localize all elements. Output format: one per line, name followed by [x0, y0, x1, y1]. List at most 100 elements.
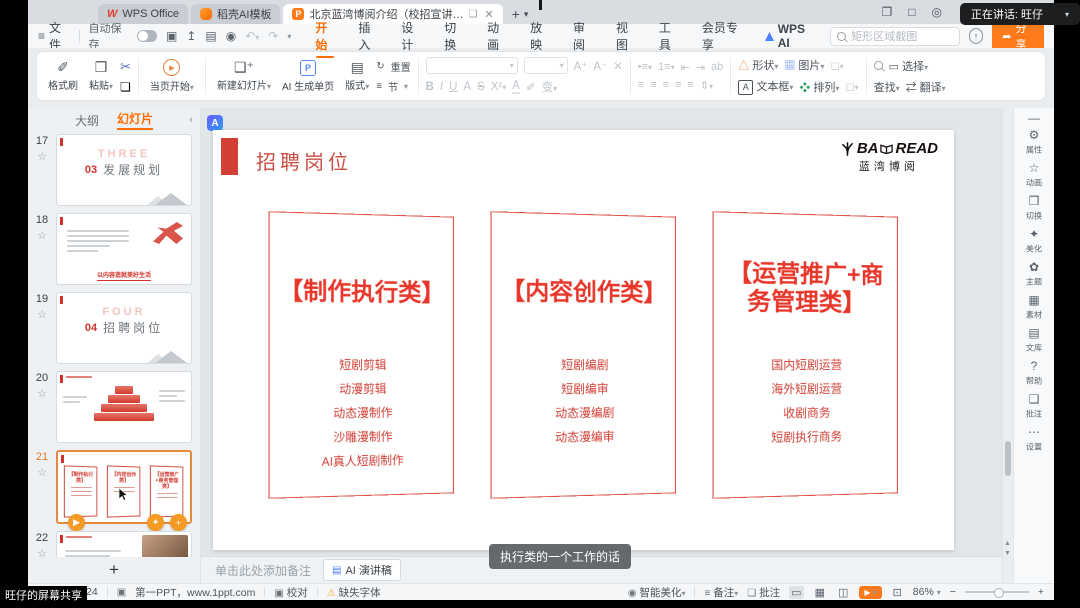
section-button[interactable]: ≡节▾ — [376, 79, 410, 94]
slide-title[interactable]: 招聘岗位 — [256, 146, 352, 175]
notes-placeholder[interactable]: 单击此处添加备注 — [215, 562, 311, 579]
slide-thumbnail-20[interactable] — [56, 371, 192, 443]
sidebar-item-comments[interactable]: ❑批注 — [1025, 393, 1043, 420]
slide-thumbnail-17[interactable]: THREE 03 发展规划 — [56, 134, 192, 206]
star-icon[interactable]: ☆ — [37, 150, 47, 163]
zoom-slider[interactable] — [965, 591, 1029, 593]
notes-button[interactable]: ≡ 备注▾ — [704, 585, 738, 600]
tab-design[interactable]: 设计 — [400, 16, 422, 56]
highlight-button[interactable]: ✐ — [526, 80, 536, 94]
maximize-icon[interactable]: □ — [908, 5, 915, 19]
distribute-icon[interactable]: ≡ — [687, 79, 693, 91]
font-color-button[interactable]: A — [512, 81, 520, 94]
play-slide-button[interactable]: ▶ — [68, 514, 85, 531]
increase-font-button[interactable]: A⁺ — [574, 59, 588, 73]
slide-thumbnail-18[interactable]: 以内容造就美好生活 — [56, 213, 192, 285]
zoom-out-button[interactable]: − — [950, 586, 956, 598]
new-slide-button[interactable]: ❑⁺ 新建幻灯片▾ — [213, 60, 275, 92]
undo-icon[interactable]: ↶▾ — [245, 29, 259, 43]
font-size-select[interactable]: ▾ — [524, 57, 568, 74]
tab-docer-ai[interactable]: 稻壳AI模板 — [191, 4, 280, 24]
add-slide-overlay-button[interactable]: + — [170, 514, 187, 531]
shapes-button[interactable]: △ 形状▾ — [738, 57, 778, 73]
phonetic-guide-icon[interactable]: ab — [711, 61, 723, 73]
scrollbar-thumb[interactable] — [1005, 441, 1011, 476]
ai-assistant-icon[interactable]: A — [207, 115, 223, 131]
format-painter-button[interactable]: ✐ 格式刷 — [44, 60, 82, 92]
tab-slideshow[interactable]: 放映 — [529, 16, 551, 56]
italic-button[interactable]: I — [440, 81, 443, 93]
tab-home[interactable]: 开始 — [314, 16, 336, 56]
star-icon[interactable]: ☆ — [37, 387, 47, 400]
format-object-button[interactable]: ◻▾ — [845, 80, 858, 93]
bold-button[interactable]: B — [426, 81, 434, 93]
sidebar-item-settings[interactable]: ⋯设置 — [1025, 426, 1043, 453]
star-icon[interactable]: ☆ — [37, 229, 47, 242]
normal-view-icon[interactable]: ▭ — [789, 586, 803, 599]
layout-button[interactable]: ▤ 版式▾ — [341, 60, 373, 92]
outdent-icon[interactable]: ⇤ — [681, 61, 690, 74]
sidebar-item-beautify[interactable]: ✦美化 — [1025, 228, 1043, 255]
merge-shapes-button[interactable]: ◻▾ — [830, 59, 843, 72]
slide-thumbnail-22[interactable] — [56, 531, 192, 557]
reading-view-icon[interactable]: ◫ — [836, 586, 850, 599]
sidebar-item-properties[interactable]: ⚙属性 — [1025, 129, 1043, 156]
autosave-toggle[interactable] — [137, 30, 157, 42]
canvas-scrollbar[interactable]: ▲ ▼ — [1002, 108, 1013, 583]
tab-slides[interactable]: 幻灯片 — [117, 110, 153, 130]
decrease-font-button[interactable]: A⁻ — [593, 59, 607, 73]
slideshow-button[interactable]: ▶▾ — [859, 586, 881, 599]
star-icon[interactable]: ☆ — [37, 547, 47, 557]
align-justify-icon[interactable]: ≡ — [675, 79, 681, 91]
tab-wps-ai[interactable]: WPS AI — [764, 19, 814, 53]
slide-thumbnail-19[interactable]: FOUR 04 招聘岗位 — [56, 292, 192, 364]
align-right-icon[interactable]: ≡ — [663, 79, 669, 91]
zoom-in-button[interactable]: + — [1038, 586, 1044, 598]
print-icon[interactable]: ▤ — [205, 29, 216, 43]
panel-production[interactable]: 【制作执行类】 短剧剪辑 动漫剪辑 动态漫制作 沙雕漫制作 AI真人短剧制作 — [269, 211, 454, 499]
smart-beautify-button[interactable]: ◉ 智能美化▾ — [628, 585, 686, 600]
zoom-slider-thumb[interactable] — [994, 588, 1004, 598]
tab-insert[interactable]: 插入 — [357, 16, 379, 56]
clear-format-icon[interactable]: ✕ — [613, 59, 623, 73]
reset-button[interactable]: ↻重置 — [376, 59, 410, 74]
missing-fonts-button[interactable]: ⚠ 缺失字体 — [327, 585, 381, 600]
collapse-sidebar-icon[interactable]: — — [1028, 113, 1040, 123]
find-icon[interactable] — [874, 61, 883, 70]
output-icon[interactable]: ↥ — [186, 29, 196, 43]
line-spacing-icon[interactable]: ⇕▾ — [700, 79, 713, 92]
collapse-panel-icon[interactable]: ‹ — [189, 114, 193, 126]
pill-chevron-icon[interactable]: ▾ — [1065, 10, 1069, 19]
tab-review[interactable]: 审阅 — [572, 16, 594, 56]
save-icon[interactable]: ▣ — [166, 29, 177, 43]
translate-button[interactable]: ⇄ 翻译▾ — [906, 79, 946, 95]
tab-tools[interactable]: 工具 — [658, 16, 680, 56]
bullet-list-icon[interactable]: •≡▾ — [638, 61, 652, 73]
sorter-view-icon[interactable]: ▦ — [813, 586, 827, 599]
select-button[interactable]: ▭ 选择▾ — [889, 58, 928, 74]
search-input[interactable]: 矩形区域截图 — [830, 27, 959, 46]
cut-icon[interactable]: ✂ — [120, 59, 131, 75]
screenshare-icon[interactable]: ❐ — [882, 5, 893, 19]
quickbar-more-icon[interactable]: ▾ — [287, 32, 291, 41]
tab-view[interactable]: 视图 — [615, 16, 637, 56]
sidebar-item-transition[interactable]: ❐切换 — [1025, 195, 1043, 222]
char-spacing-button[interactable]: A — [463, 81, 471, 93]
sidebar-item-assets[interactable]: ▦素材 — [1025, 294, 1043, 321]
proofread-button[interactable]: ▣ 校对 — [274, 585, 307, 600]
textbox-button[interactable]: A 文本框▾ — [738, 78, 793, 95]
redo-icon[interactable]: ↷ — [268, 29, 278, 43]
play-from-current-button[interactable]: ▶ 当页开始▾ — [146, 59, 198, 93]
sidebar-item-animation[interactable]: ☆动画 — [1025, 162, 1043, 189]
strikethrough-button[interactable]: S — [477, 81, 485, 93]
underline-button[interactable]: U — [449, 81, 457, 93]
slide-page[interactable]: 招聘岗位 BA READ — [213, 130, 954, 550]
text-effect-button[interactable]: 变▾ — [542, 79, 558, 95]
comments-button[interactable]: ❑ 批注 — [747, 585, 780, 600]
tab-transition[interactable]: 切换 — [443, 16, 465, 56]
font-family-select[interactable]: ▾ — [426, 57, 518, 74]
arrange-button[interactable]: ❖ 排列▾ — [799, 79, 839, 95]
cloud-upload-icon[interactable]: ↑ — [969, 28, 984, 44]
beautify-slide-button[interactable]: ✦ — [147, 514, 164, 531]
star-icon[interactable]: ☆ — [37, 308, 47, 321]
